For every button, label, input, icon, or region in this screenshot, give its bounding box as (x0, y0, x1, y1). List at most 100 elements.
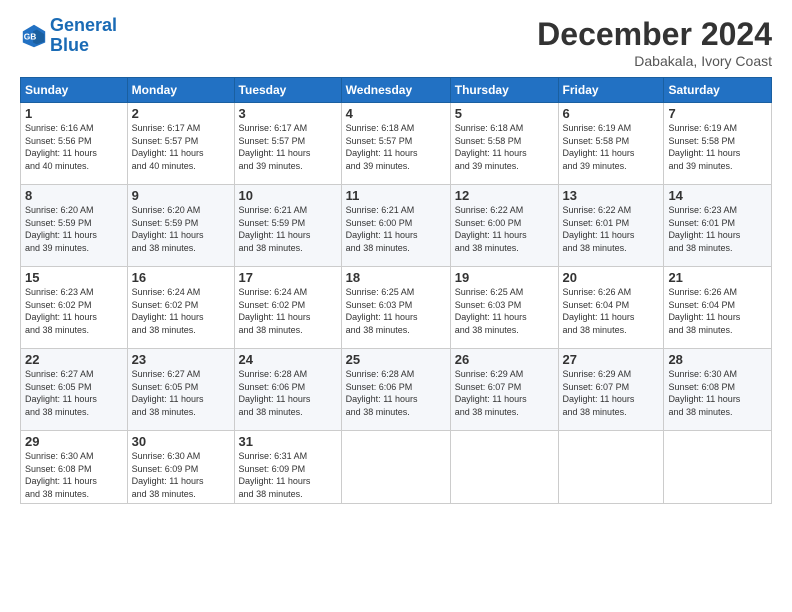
logo-text: General Blue (50, 16, 117, 56)
day-number: 1 (25, 106, 123, 121)
day-number: 18 (346, 270, 446, 285)
calendar-cell: 19Sunrise: 6:25 AM Sunset: 6:03 PM Dayli… (450, 267, 558, 349)
day-info: Sunrise: 6:19 AM Sunset: 5:58 PM Dayligh… (668, 122, 767, 172)
day-info: Sunrise: 6:23 AM Sunset: 6:02 PM Dayligh… (25, 286, 123, 336)
calendar-cell: 20Sunrise: 6:26 AM Sunset: 6:04 PM Dayli… (558, 267, 664, 349)
day-number: 29 (25, 434, 123, 449)
day-number: 19 (455, 270, 554, 285)
day-info: Sunrise: 6:18 AM Sunset: 5:58 PM Dayligh… (455, 122, 554, 172)
day-info: Sunrise: 6:19 AM Sunset: 5:58 PM Dayligh… (563, 122, 660, 172)
calendar-week-2: 8Sunrise: 6:20 AM Sunset: 5:59 PM Daylig… (21, 185, 772, 267)
calendar-cell: 29Sunrise: 6:30 AM Sunset: 6:08 PM Dayli… (21, 431, 128, 504)
page: GB General Blue December 2024 Dabakala, … (0, 0, 792, 612)
calendar-header-saturday: Saturday (664, 78, 772, 103)
day-info: Sunrise: 6:31 AM Sunset: 6:09 PM Dayligh… (239, 450, 337, 500)
day-info: Sunrise: 6:18 AM Sunset: 5:57 PM Dayligh… (346, 122, 446, 172)
day-info: Sunrise: 6:17 AM Sunset: 5:57 PM Dayligh… (239, 122, 337, 172)
calendar-cell: 4Sunrise: 6:18 AM Sunset: 5:57 PM Daylig… (341, 103, 450, 185)
day-number: 17 (239, 270, 337, 285)
month-title: December 2024 (537, 16, 772, 53)
day-number: 30 (132, 434, 230, 449)
calendar-cell: 1Sunrise: 6:16 AM Sunset: 5:56 PM Daylig… (21, 103, 128, 185)
day-number: 16 (132, 270, 230, 285)
calendar-cell: 15Sunrise: 6:23 AM Sunset: 6:02 PM Dayli… (21, 267, 128, 349)
calendar-header-tuesday: Tuesday (234, 78, 341, 103)
calendar-cell: 30Sunrise: 6:30 AM Sunset: 6:09 PM Dayli… (127, 431, 234, 504)
day-number: 12 (455, 188, 554, 203)
calendar-header-friday: Friday (558, 78, 664, 103)
logo-line2: Blue (50, 35, 89, 55)
calendar-cell: 18Sunrise: 6:25 AM Sunset: 6:03 PM Dayli… (341, 267, 450, 349)
calendar-header-thursday: Thursday (450, 78, 558, 103)
svg-text:GB: GB (24, 32, 37, 42)
day-info: Sunrise: 6:29 AM Sunset: 6:07 PM Dayligh… (455, 368, 554, 418)
calendar-cell: 21Sunrise: 6:26 AM Sunset: 6:04 PM Dayli… (664, 267, 772, 349)
calendar-cell: 5Sunrise: 6:18 AM Sunset: 5:58 PM Daylig… (450, 103, 558, 185)
day-info: Sunrise: 6:27 AM Sunset: 6:05 PM Dayligh… (132, 368, 230, 418)
day-info: Sunrise: 6:16 AM Sunset: 5:56 PM Dayligh… (25, 122, 123, 172)
day-info: Sunrise: 6:28 AM Sunset: 6:06 PM Dayligh… (239, 368, 337, 418)
calendar: SundayMondayTuesdayWednesdayThursdayFrid… (20, 77, 772, 504)
calendar-cell: 2Sunrise: 6:17 AM Sunset: 5:57 PM Daylig… (127, 103, 234, 185)
day-number: 20 (563, 270, 660, 285)
calendar-cell (450, 431, 558, 504)
day-number: 31 (239, 434, 337, 449)
day-info: Sunrise: 6:25 AM Sunset: 6:03 PM Dayligh… (346, 286, 446, 336)
day-info: Sunrise: 6:22 AM Sunset: 6:01 PM Dayligh… (563, 204, 660, 254)
day-number: 11 (346, 188, 446, 203)
day-number: 25 (346, 352, 446, 367)
calendar-cell: 16Sunrise: 6:24 AM Sunset: 6:02 PM Dayli… (127, 267, 234, 349)
calendar-cell: 24Sunrise: 6:28 AM Sunset: 6:06 PM Dayli… (234, 349, 341, 431)
calendar-cell: 3Sunrise: 6:17 AM Sunset: 5:57 PM Daylig… (234, 103, 341, 185)
location: Dabakala, Ivory Coast (537, 53, 772, 69)
day-number: 28 (668, 352, 767, 367)
day-number: 10 (239, 188, 337, 203)
calendar-cell: 13Sunrise: 6:22 AM Sunset: 6:01 PM Dayli… (558, 185, 664, 267)
day-number: 5 (455, 106, 554, 121)
day-info: Sunrise: 6:21 AM Sunset: 5:59 PM Dayligh… (239, 204, 337, 254)
day-info: Sunrise: 6:24 AM Sunset: 6:02 PM Dayligh… (239, 286, 337, 336)
day-info: Sunrise: 6:26 AM Sunset: 6:04 PM Dayligh… (563, 286, 660, 336)
calendar-cell (558, 431, 664, 504)
day-info: Sunrise: 6:30 AM Sunset: 6:09 PM Dayligh… (132, 450, 230, 500)
day-info: Sunrise: 6:29 AM Sunset: 6:07 PM Dayligh… (563, 368, 660, 418)
calendar-header-row: SundayMondayTuesdayWednesdayThursdayFrid… (21, 78, 772, 103)
calendar-week-1: 1Sunrise: 6:16 AM Sunset: 5:56 PM Daylig… (21, 103, 772, 185)
calendar-week-4: 22Sunrise: 6:27 AM Sunset: 6:05 PM Dayli… (21, 349, 772, 431)
calendar-header-wednesday: Wednesday (341, 78, 450, 103)
day-info: Sunrise: 6:25 AM Sunset: 6:03 PM Dayligh… (455, 286, 554, 336)
day-info: Sunrise: 6:20 AM Sunset: 5:59 PM Dayligh… (25, 204, 123, 254)
calendar-cell: 22Sunrise: 6:27 AM Sunset: 6:05 PM Dayli… (21, 349, 128, 431)
day-number: 23 (132, 352, 230, 367)
day-number: 8 (25, 188, 123, 203)
logo-line1: General (50, 15, 117, 35)
day-info: Sunrise: 6:22 AM Sunset: 6:00 PM Dayligh… (455, 204, 554, 254)
calendar-cell: 25Sunrise: 6:28 AM Sunset: 6:06 PM Dayli… (341, 349, 450, 431)
day-number: 7 (668, 106, 767, 121)
day-info: Sunrise: 6:30 AM Sunset: 6:08 PM Dayligh… (668, 368, 767, 418)
logo-icon: GB (20, 22, 48, 50)
day-number: 6 (563, 106, 660, 121)
day-info: Sunrise: 6:24 AM Sunset: 6:02 PM Dayligh… (132, 286, 230, 336)
calendar-cell: 10Sunrise: 6:21 AM Sunset: 5:59 PM Dayli… (234, 185, 341, 267)
day-info: Sunrise: 6:23 AM Sunset: 6:01 PM Dayligh… (668, 204, 767, 254)
day-info: Sunrise: 6:30 AM Sunset: 6:08 PM Dayligh… (25, 450, 123, 500)
calendar-cell: 27Sunrise: 6:29 AM Sunset: 6:07 PM Dayli… (558, 349, 664, 431)
day-number: 2 (132, 106, 230, 121)
calendar-cell (341, 431, 450, 504)
day-info: Sunrise: 6:28 AM Sunset: 6:06 PM Dayligh… (346, 368, 446, 418)
calendar-cell: 9Sunrise: 6:20 AM Sunset: 5:59 PM Daylig… (127, 185, 234, 267)
header: GB General Blue December 2024 Dabakala, … (20, 16, 772, 69)
day-info: Sunrise: 6:17 AM Sunset: 5:57 PM Dayligh… (132, 122, 230, 172)
calendar-cell: 31Sunrise: 6:31 AM Sunset: 6:09 PM Dayli… (234, 431, 341, 504)
calendar-cell: 14Sunrise: 6:23 AM Sunset: 6:01 PM Dayli… (664, 185, 772, 267)
calendar-header-sunday: Sunday (21, 78, 128, 103)
logo: GB General Blue (20, 16, 117, 56)
calendar-cell: 28Sunrise: 6:30 AM Sunset: 6:08 PM Dayli… (664, 349, 772, 431)
day-number: 26 (455, 352, 554, 367)
calendar-cell: 7Sunrise: 6:19 AM Sunset: 5:58 PM Daylig… (664, 103, 772, 185)
day-number: 27 (563, 352, 660, 367)
calendar-cell: 8Sunrise: 6:20 AM Sunset: 5:59 PM Daylig… (21, 185, 128, 267)
day-number: 14 (668, 188, 767, 203)
day-info: Sunrise: 6:21 AM Sunset: 6:00 PM Dayligh… (346, 204, 446, 254)
